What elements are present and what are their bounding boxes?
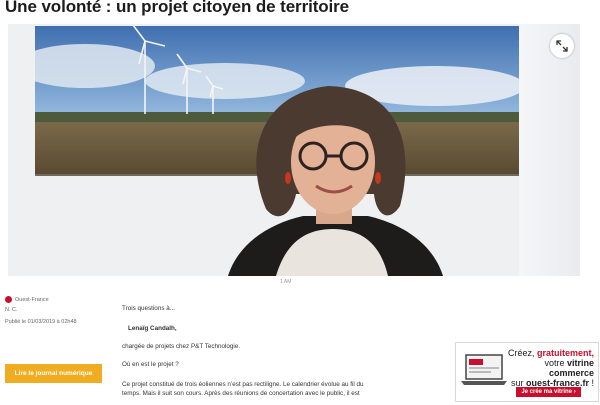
create-vitrine-button[interactable]: Je crée ma vitrine › [516, 387, 581, 397]
vitrine-ad-banner[interactable]: Créez, gratuitement, votre vitrine comme… [455, 342, 599, 402]
interviewee-name: Lenaïg Candalh, [128, 325, 177, 332]
ad-line2-prefix: votre [544, 358, 567, 368]
paragraph: Ce projet constitué de trois éoliennes n… [122, 381, 364, 397]
paragraph: Trois questions à... [122, 305, 175, 312]
ad-line1-emph: gratuitement, [536, 348, 594, 358]
expand-photo-button[interactable] [550, 34, 574, 58]
portrait-person [228, 86, 443, 276]
expand-arrows-icon [556, 40, 568, 52]
read-digital-journal-button[interactable]: Lire le journal numérique [5, 364, 102, 383]
article-title: Une volonté : un projet citoyen de terri… [5, 0, 350, 16]
create-vitrine-label: Je crée ma vitrine [521, 389, 573, 395]
article-photo [8, 24, 580, 276]
published-date: Publié le 01/03/2019 à 02h48 [5, 319, 77, 325]
chevron-right-icon: › [573, 389, 576, 395]
question: Où en est le projet ? [122, 361, 179, 368]
photo-credit: 1 AM [280, 279, 292, 285]
source-name[interactable]: Ouest-France [15, 297, 49, 303]
source-line: Ouest-France [5, 296, 49, 303]
laptop-icon [461, 354, 507, 385]
ad-line1-prefix: Créez, [507, 348, 537, 358]
ad-line3-suffix: ! [588, 378, 594, 388]
paragraph: chargée de projets chez P&T Technologie. [122, 343, 241, 350]
ouest-france-logo-icon [5, 296, 12, 303]
author: N. C. [5, 307, 18, 313]
